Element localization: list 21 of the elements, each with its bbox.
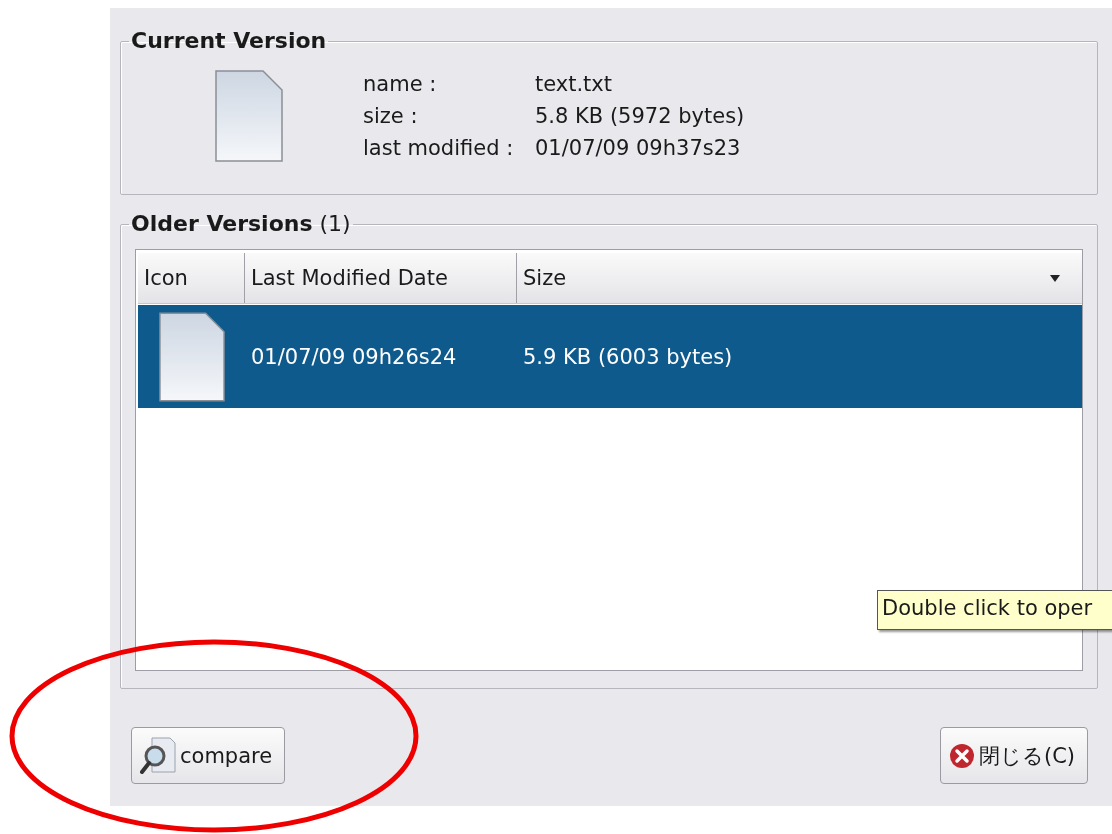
- tooltip: Double click to oper: [877, 590, 1112, 630]
- field-label: last modified :: [363, 136, 515, 160]
- compare-button[interactable]: compare: [131, 727, 286, 784]
- section-title: Older Versions (1): [130, 211, 352, 237]
- field-label: size :: [363, 104, 419, 128]
- document-icon: [215, 70, 283, 162]
- document-icon: [158, 311, 225, 402]
- section-title: Current Version: [130, 28, 328, 54]
- version-row[interactable]: 01/07/09 09h26s24 5.9 KB (6003 bytes): [138, 305, 1082, 408]
- date-cell-text: 01/07/09 09h26s24: [250, 344, 458, 369]
- column-header[interactable]: Icon: [138, 253, 245, 303]
- column-header[interactable]: Last Modified Date: [245, 253, 517, 303]
- size-cell-text: 5.9 KB (6003 bytes): [522, 344, 734, 369]
- field-value: text.txt: [535, 72, 614, 96]
- close-icon: [948, 742, 975, 769]
- column-header[interactable]: Size: [517, 253, 1082, 303]
- close-button[interactable]: 閉じる(C): [939, 727, 1088, 784]
- magnifier-document-icon: [140, 735, 176, 776]
- field-label: name :: [363, 72, 438, 96]
- field-value: 01/07/09 09h37s23: [535, 136, 742, 160]
- field-value: 5.8 KB (5972 bytes): [535, 104, 745, 128]
